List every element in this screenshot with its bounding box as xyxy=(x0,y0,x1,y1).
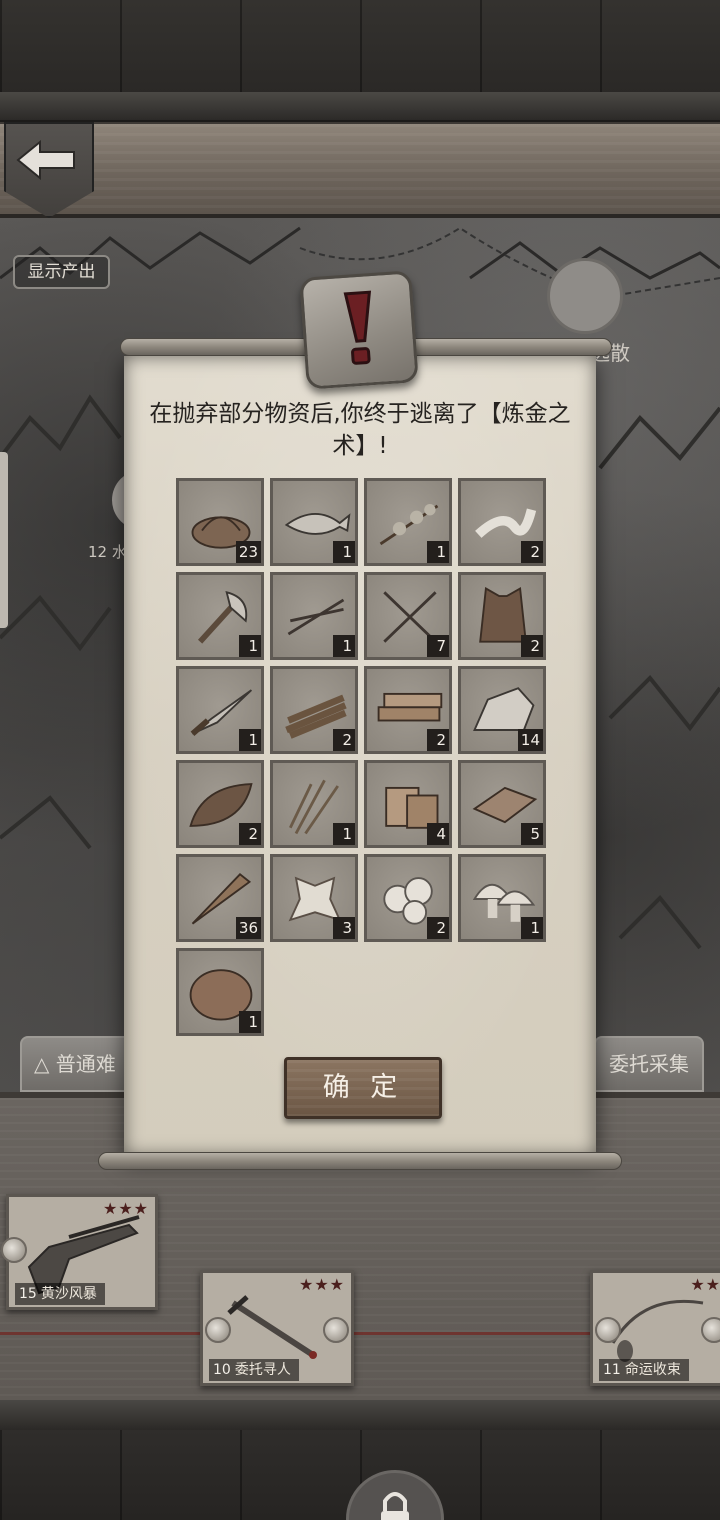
item-slot[interactable]: 23 xyxy=(176,478,264,566)
exclamation-icon xyxy=(343,290,372,365)
quest-stars: ★★ xyxy=(690,1275,720,1294)
quest-card[interactable]: ★★★ 15 黄沙风暴 xyxy=(1,1194,158,1310)
item-count: 3 xyxy=(333,917,355,939)
item-count: 2 xyxy=(521,541,543,563)
map-token-button[interactable] xyxy=(547,258,623,334)
item-slot[interactable]: 36 xyxy=(176,854,264,942)
quest-stars: ★★★ xyxy=(298,1275,345,1294)
bottom-trim xyxy=(0,1400,720,1430)
quest-level: 11 xyxy=(603,1362,621,1378)
item-count: 2 xyxy=(427,917,449,939)
item-count: 36 xyxy=(235,917,261,939)
pin-icon xyxy=(205,1317,231,1343)
quest-label: 15 黄沙风暴 xyxy=(15,1283,105,1305)
item-count: 1 xyxy=(239,635,261,657)
map-node-label: 12 水 xyxy=(88,543,127,561)
top-trim xyxy=(0,92,720,122)
quest-name: 命运收束 xyxy=(624,1362,681,1378)
pin-icon xyxy=(323,1317,349,1343)
item-count: 1 xyxy=(427,541,449,563)
item-slot[interactable]: 1 xyxy=(270,572,358,660)
dialog-message: 在抛弃部分物资后,你终于逃离了【炼金之术】! xyxy=(149,401,571,459)
quest-level: 15 xyxy=(19,1286,37,1302)
pin-icon xyxy=(1,1237,27,1263)
item-slot[interactable]: 1 xyxy=(176,572,264,660)
item-slot[interactable]: 1 xyxy=(270,760,358,848)
item-count: 1 xyxy=(333,541,355,563)
item-count: 2 xyxy=(427,729,449,751)
item-slot[interactable]: 2 xyxy=(458,478,546,566)
quest-label: 10 委托寻人 xyxy=(209,1359,299,1381)
item-slot[interactable]: 2 xyxy=(176,760,264,848)
triangle-up-icon: △ xyxy=(34,1052,56,1076)
item-slot[interactable]: 2 xyxy=(364,666,452,754)
quest-card[interactable]: ★★★ 10 委托寻人 xyxy=(200,1270,354,1386)
item-count: 5 xyxy=(521,823,543,845)
item-count: 2 xyxy=(239,823,261,845)
header-bar xyxy=(0,122,720,218)
quest-card[interactable]: ★★ 11 命运收束 xyxy=(590,1270,720,1386)
item-count: 2 xyxy=(333,729,355,751)
item-count: 1 xyxy=(239,729,261,751)
item-slot[interactable]: 1 xyxy=(176,666,264,754)
quest-name: 委托寻人 xyxy=(234,1362,291,1378)
item-count: 1 xyxy=(521,917,543,939)
item-slot[interactable]: 2 xyxy=(364,854,452,942)
item-count: 14 xyxy=(517,729,543,751)
item-count: 1 xyxy=(333,635,355,657)
lock-icon xyxy=(381,1492,409,1520)
side-drawer-handle[interactable] xyxy=(0,452,8,628)
pin-icon xyxy=(701,1317,720,1343)
show-output-button[interactable]: 显示产出 xyxy=(13,255,110,289)
item-slot[interactable]: 1 xyxy=(176,948,264,1036)
result-dialog xyxy=(124,356,596,1156)
quest-name: 黄沙风暴 xyxy=(40,1286,97,1302)
item-slot[interactable]: 3 xyxy=(270,854,358,942)
alert-badge xyxy=(299,270,419,390)
item-slot[interactable]: 1 xyxy=(364,478,452,566)
lock-button[interactable] xyxy=(346,1470,444,1520)
commission-tab[interactable]: 委托采集 xyxy=(594,1036,704,1092)
item-count: 23 xyxy=(235,541,261,563)
difficulty-label: 普通难 xyxy=(55,1052,116,1076)
difficulty-tab[interactable]: △ 普通难 xyxy=(20,1036,140,1092)
item-slot[interactable]: 5 xyxy=(458,760,546,848)
quest-label: 11 命运收束 xyxy=(599,1359,689,1381)
item-slot[interactable]: 7 xyxy=(364,572,452,660)
item-slot[interactable]: 2 xyxy=(270,666,358,754)
item-slot[interactable]: 1 xyxy=(270,478,358,566)
scroll-bottom-rod xyxy=(98,1152,622,1170)
item-count: 4 xyxy=(427,823,449,845)
quest-stars: ★★★ xyxy=(102,1199,149,1218)
item-slot[interactable]: 2 xyxy=(458,572,546,660)
item-count: 1 xyxy=(333,823,355,845)
item-count: 1 xyxy=(239,1011,261,1033)
confirm-button[interactable]: 确 定 xyxy=(284,1057,442,1119)
back-arrow-icon[interactable] xyxy=(14,140,78,180)
item-count: 2 xyxy=(521,635,543,657)
top-wood-frame xyxy=(0,0,720,96)
item-slot[interactable]: 1 xyxy=(458,854,546,942)
item-slot[interactable]: 4 xyxy=(364,760,452,848)
pin-icon xyxy=(595,1317,621,1343)
quest-level: 10 xyxy=(213,1362,231,1378)
item-count: 7 xyxy=(427,635,449,657)
item-slot[interactable]: 14 xyxy=(458,666,546,754)
